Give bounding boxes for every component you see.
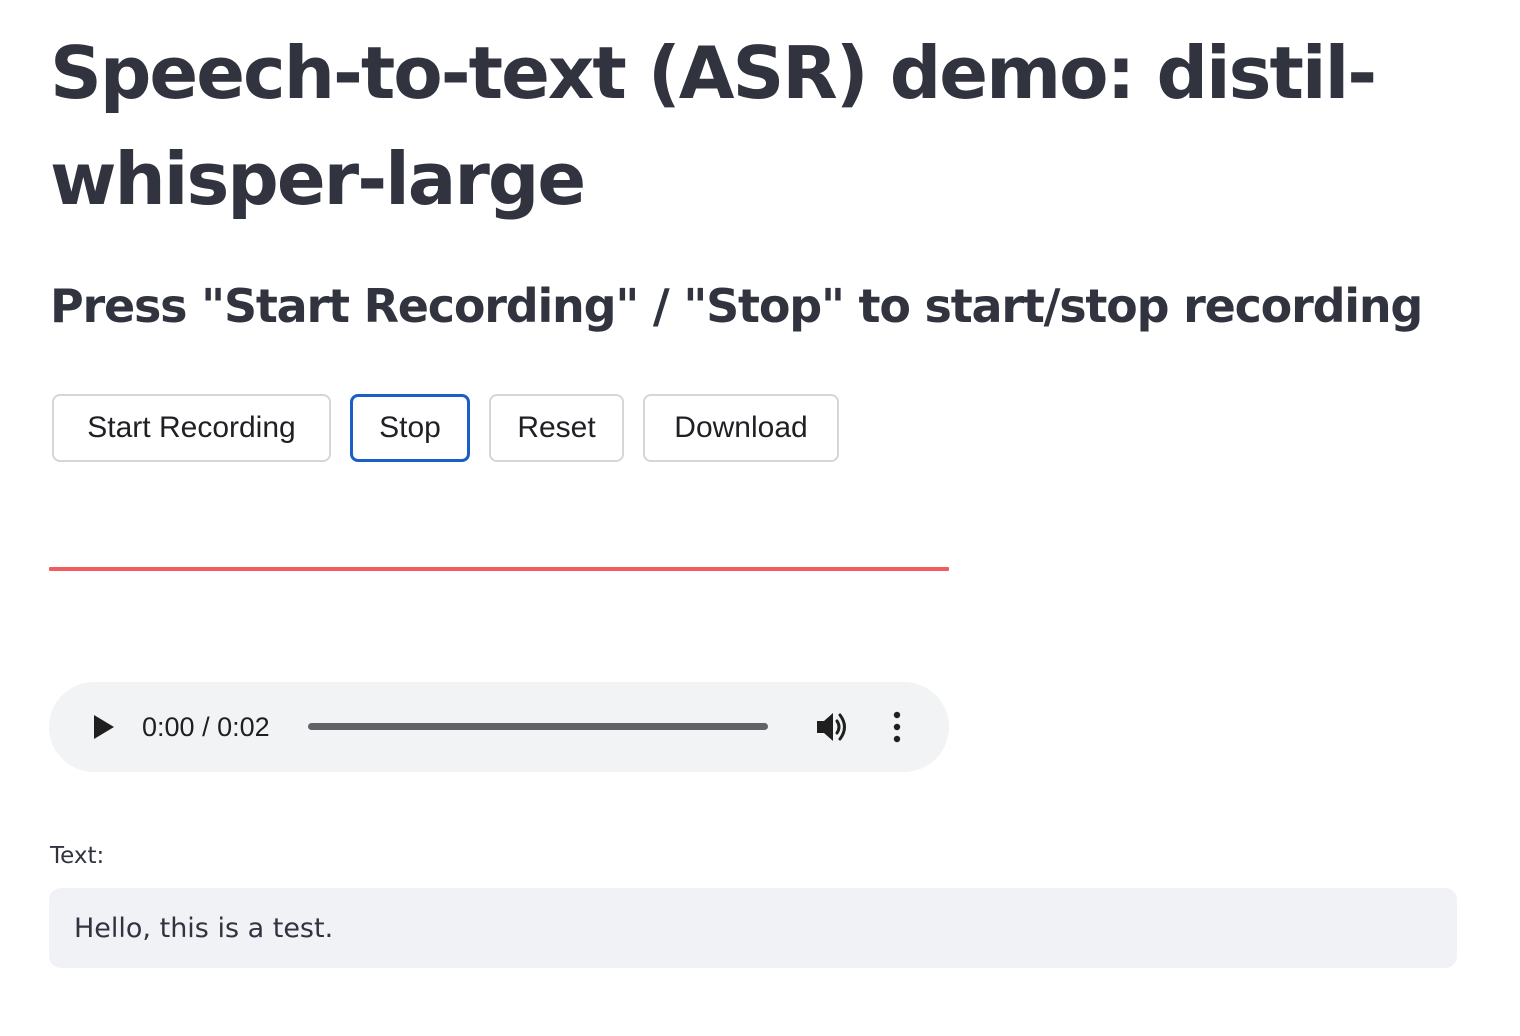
stop-button[interactable]: Stop [350, 394, 470, 462]
playback-time: 0:00 / 0:02 [142, 709, 270, 745]
page-title: Speech-to-text (ASR) demo: distil-whispe… [50, 31, 1377, 221]
transcript-text: Hello, this is a test. [74, 912, 334, 944]
text-label: Text: [50, 843, 105, 869]
download-button[interactable]: Download [643, 394, 839, 462]
instructions-subtitle: Press "Start Recording" / "Stop" to star… [50, 279, 1423, 333]
play-icon[interactable] [92, 714, 116, 740]
volume-icon[interactable] [815, 710, 851, 744]
current-time: 0:00 [142, 712, 195, 742]
playback-progress-slider[interactable] [308, 721, 768, 732]
recording-waveform-divider [49, 567, 949, 571]
app-page: Speech-to-text (ASR) demo: distil-whispe… [0, 0, 1520, 1036]
time-separator: / [194, 712, 218, 742]
start-recording-button[interactable]: Start Recording [52, 394, 331, 462]
duration: 0:02 [217, 712, 270, 742]
transcript-text-area[interactable]: Hello, this is a test. [49, 888, 1457, 968]
progress-track [308, 723, 768, 730]
reset-button[interactable]: Reset [489, 394, 624, 462]
more-vert-icon[interactable] [888, 710, 906, 744]
